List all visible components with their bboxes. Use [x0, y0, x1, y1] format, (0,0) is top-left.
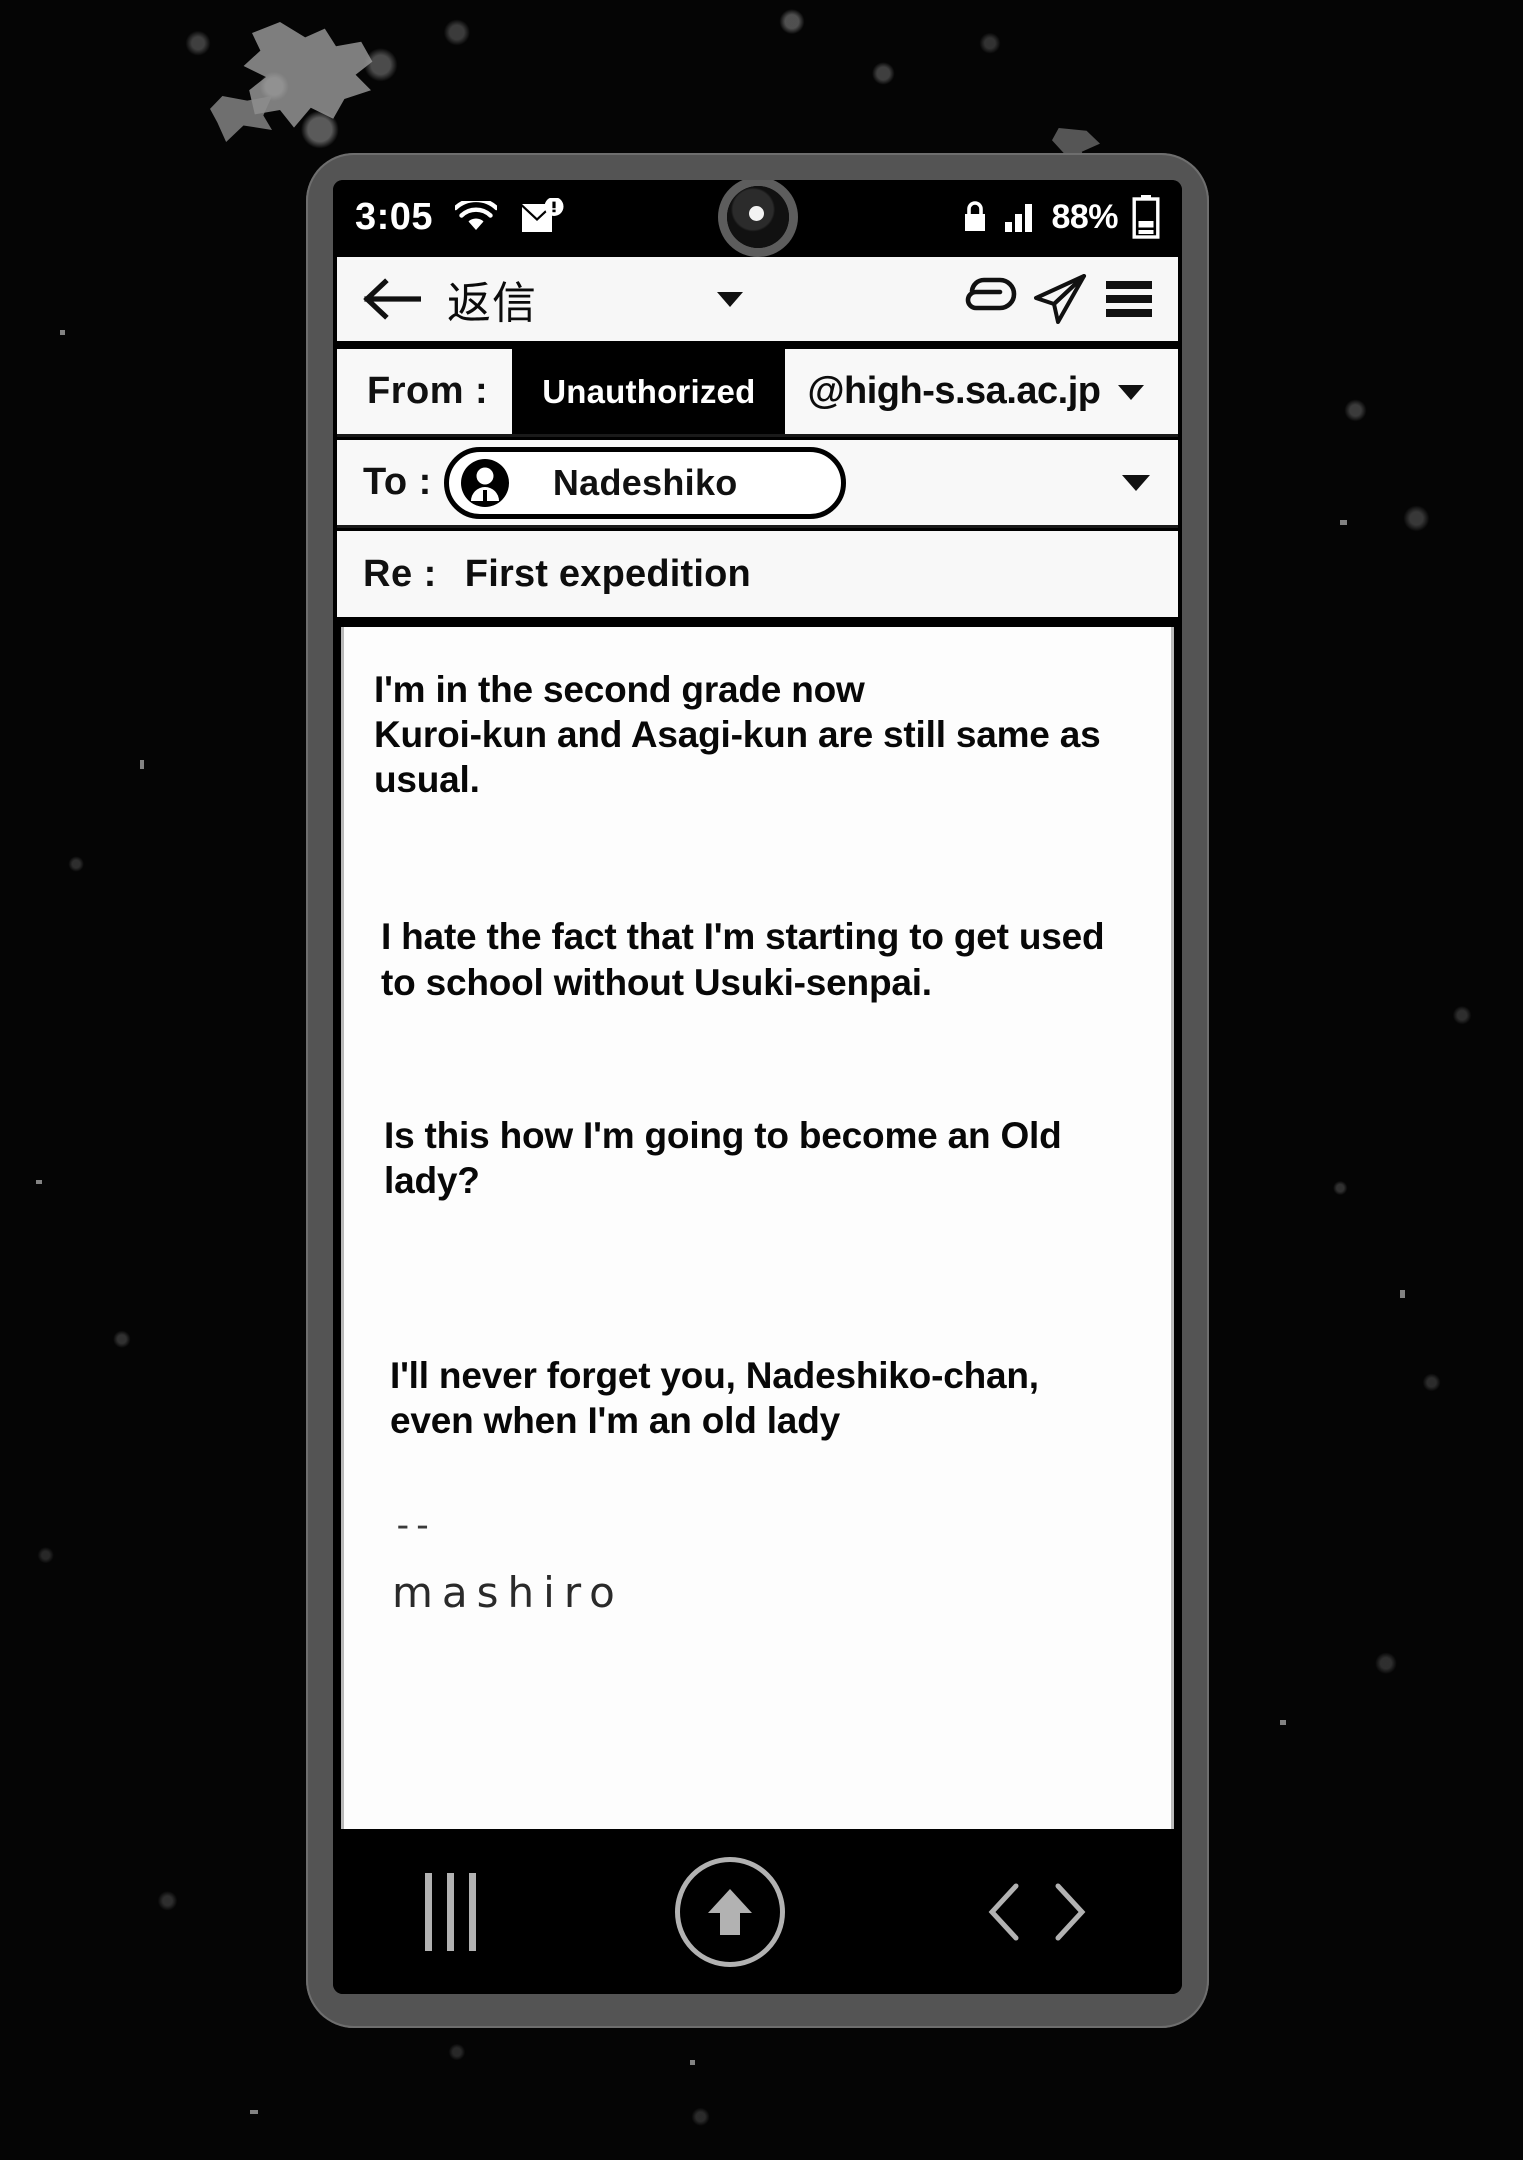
chevron-down-icon[interactable]	[1116, 382, 1146, 402]
person-avatar-icon	[459, 457, 511, 509]
front-camera-icon	[726, 186, 789, 248]
wifi-icon	[455, 201, 498, 233]
system-nav-bar	[333, 1829, 1182, 1994]
to-row[interactable]: To : Nadeshiko	[337, 440, 1178, 528]
subject-row[interactable]: Re : First expedition	[337, 531, 1178, 621]
recipient-name: Nadeshiko	[552, 461, 738, 503]
chevron-right-icon[interactable]	[1050, 1881, 1090, 1943]
attachment-icon[interactable]	[960, 276, 1018, 322]
chevron-left-icon[interactable]	[984, 1881, 1024, 1943]
battery-percent-label: 88%	[1051, 197, 1118, 236]
send-icon[interactable]	[1032, 273, 1088, 325]
subject-value: First expedition	[464, 552, 751, 595]
from-domain-label: @high-s.sa.ac.jp	[807, 370, 1101, 412]
status-bar-right: 88%	[961, 195, 1160, 239]
speck	[1280, 1720, 1286, 1725]
subject-label: Re :	[363, 552, 437, 595]
speck	[140, 760, 144, 769]
from-redacted-value: Unauthorized	[512, 349, 786, 434]
nav-chevrons	[984, 1881, 1090, 1943]
from-label: From :	[367, 370, 489, 412]
chevron-down-icon[interactable]	[715, 289, 745, 309]
to-label: To :	[363, 461, 432, 503]
body-paragraph: Is this how I'm going to become an Old l…	[384, 1114, 1062, 1201]
page-title: 返信	[447, 279, 537, 328]
status-clock: 3:05	[355, 196, 434, 238]
speck	[60, 330, 65, 335]
speck	[690, 2060, 695, 2065]
chevron-down-icon[interactable]	[1120, 472, 1152, 493]
speck	[1400, 1290, 1405, 1298]
camera-lens-highlight	[748, 205, 764, 221]
body-paragraph: I'm in the second grade now Kuroi-kun an…	[374, 669, 1101, 801]
lock-icon	[961, 200, 989, 234]
ink-splatter-large	[243, 22, 373, 128]
ink-splatter-small	[210, 96, 272, 142]
toolbar-actions	[960, 273, 1156, 325]
signal-bars-icon	[1003, 200, 1037, 234]
body-paragraph: I'll never forget you, Nadeshiko-chan, e…	[390, 1354, 1039, 1441]
menu-icon[interactable]	[1102, 277, 1156, 321]
app-toolbar: 返信	[337, 257, 1178, 345]
from-row[interactable]: From : Unauthorized @high-s.sa.ac.jp	[337, 349, 1178, 437]
back-arrow-icon[interactable]	[363, 278, 421, 320]
phone-screen: 3:05 88% 返信 From: Unauthorized @high-s.…	[333, 180, 1182, 1994]
signature-name: mashiro	[392, 1568, 624, 1618]
status-bar-left: 3:05	[355, 198, 565, 236]
mail-alert-icon	[519, 198, 565, 236]
speck	[250, 2110, 258, 2114]
email-body[interactable]: I'm in the second grade now Kuroi-kun an…	[341, 627, 1174, 1829]
battery-icon	[1132, 195, 1160, 239]
signature-separator: --	[392, 1505, 433, 1547]
speck	[36, 1180, 42, 1184]
phone-device: 3:05 88% 返信 From: Unauthorized @high-s.…	[306, 153, 1209, 2028]
speck	[1340, 520, 1347, 525]
body-paragraph: I hate the fact that I'm starting to get…	[381, 916, 1105, 1003]
recents-icon[interactable]	[425, 1872, 476, 1951]
home-up-arrow-icon[interactable]	[675, 1856, 785, 1967]
recipient-chip[interactable]: Nadeshiko	[443, 446, 846, 519]
